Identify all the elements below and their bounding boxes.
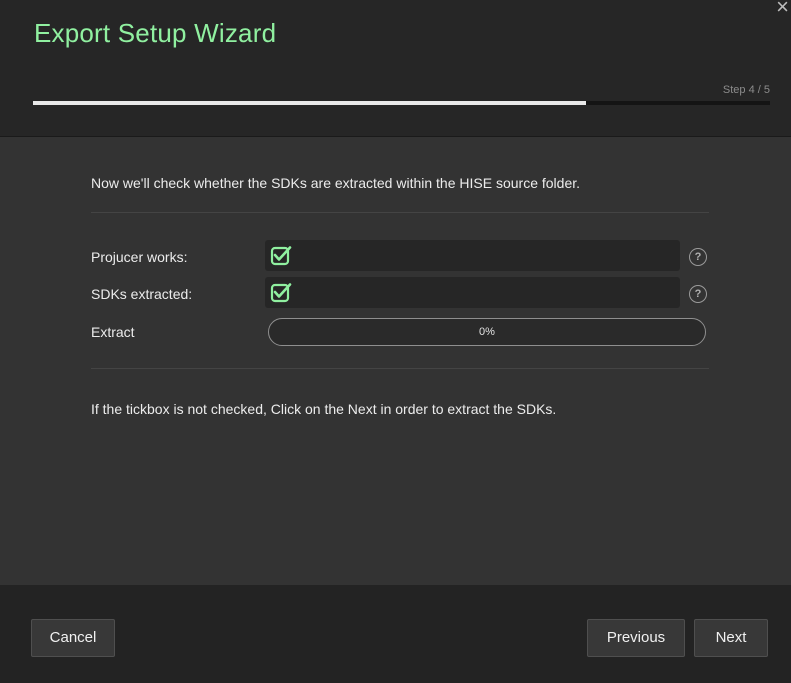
previous-button[interactable]: Previous (587, 619, 685, 657)
hint-text: If the tickbox is not checked, Click on … (91, 401, 557, 417)
extract-label: Extract (91, 324, 135, 340)
wizard-title: Export Setup Wizard (34, 18, 277, 48)
next-button[interactable]: Next (694, 619, 768, 657)
step-indicator: Step 4 / 5 (722, 84, 770, 96)
sdks-extracted-label: SDKs extracted: (91, 286, 193, 302)
help-icon[interactable]: ? (689, 285, 707, 303)
extract-progress-bar[interactable]: 0% (268, 318, 706, 346)
checkbox-checked-icon[interactable] (270, 245, 292, 267)
checkbox-checked-icon[interactable] (270, 282, 292, 304)
close-icon[interactable]: × (776, 0, 789, 20)
top-divider (91, 212, 709, 213)
projucer-works-field[interactable] (265, 240, 680, 271)
wizard-progress-fill (33, 101, 586, 105)
intro-text: Now we'll check whether the SDKs are ext… (91, 175, 581, 191)
sdks-extracted-field[interactable] (265, 277, 680, 308)
bottom-divider (91, 368, 709, 369)
cancel-button[interactable]: Cancel (31, 619, 115, 657)
wizard-header: Export Setup Wizard × Step 4 / 5 (0, 0, 791, 137)
wizard-content: Now we'll check whether the SDKs are ext… (0, 137, 791, 585)
wizard-progress-bar (33, 101, 770, 105)
wizard-footer: Cancel Previous Next (0, 585, 791, 683)
projucer-works-label: Projucer works: (91, 249, 188, 265)
help-icon[interactable]: ? (689, 248, 707, 266)
